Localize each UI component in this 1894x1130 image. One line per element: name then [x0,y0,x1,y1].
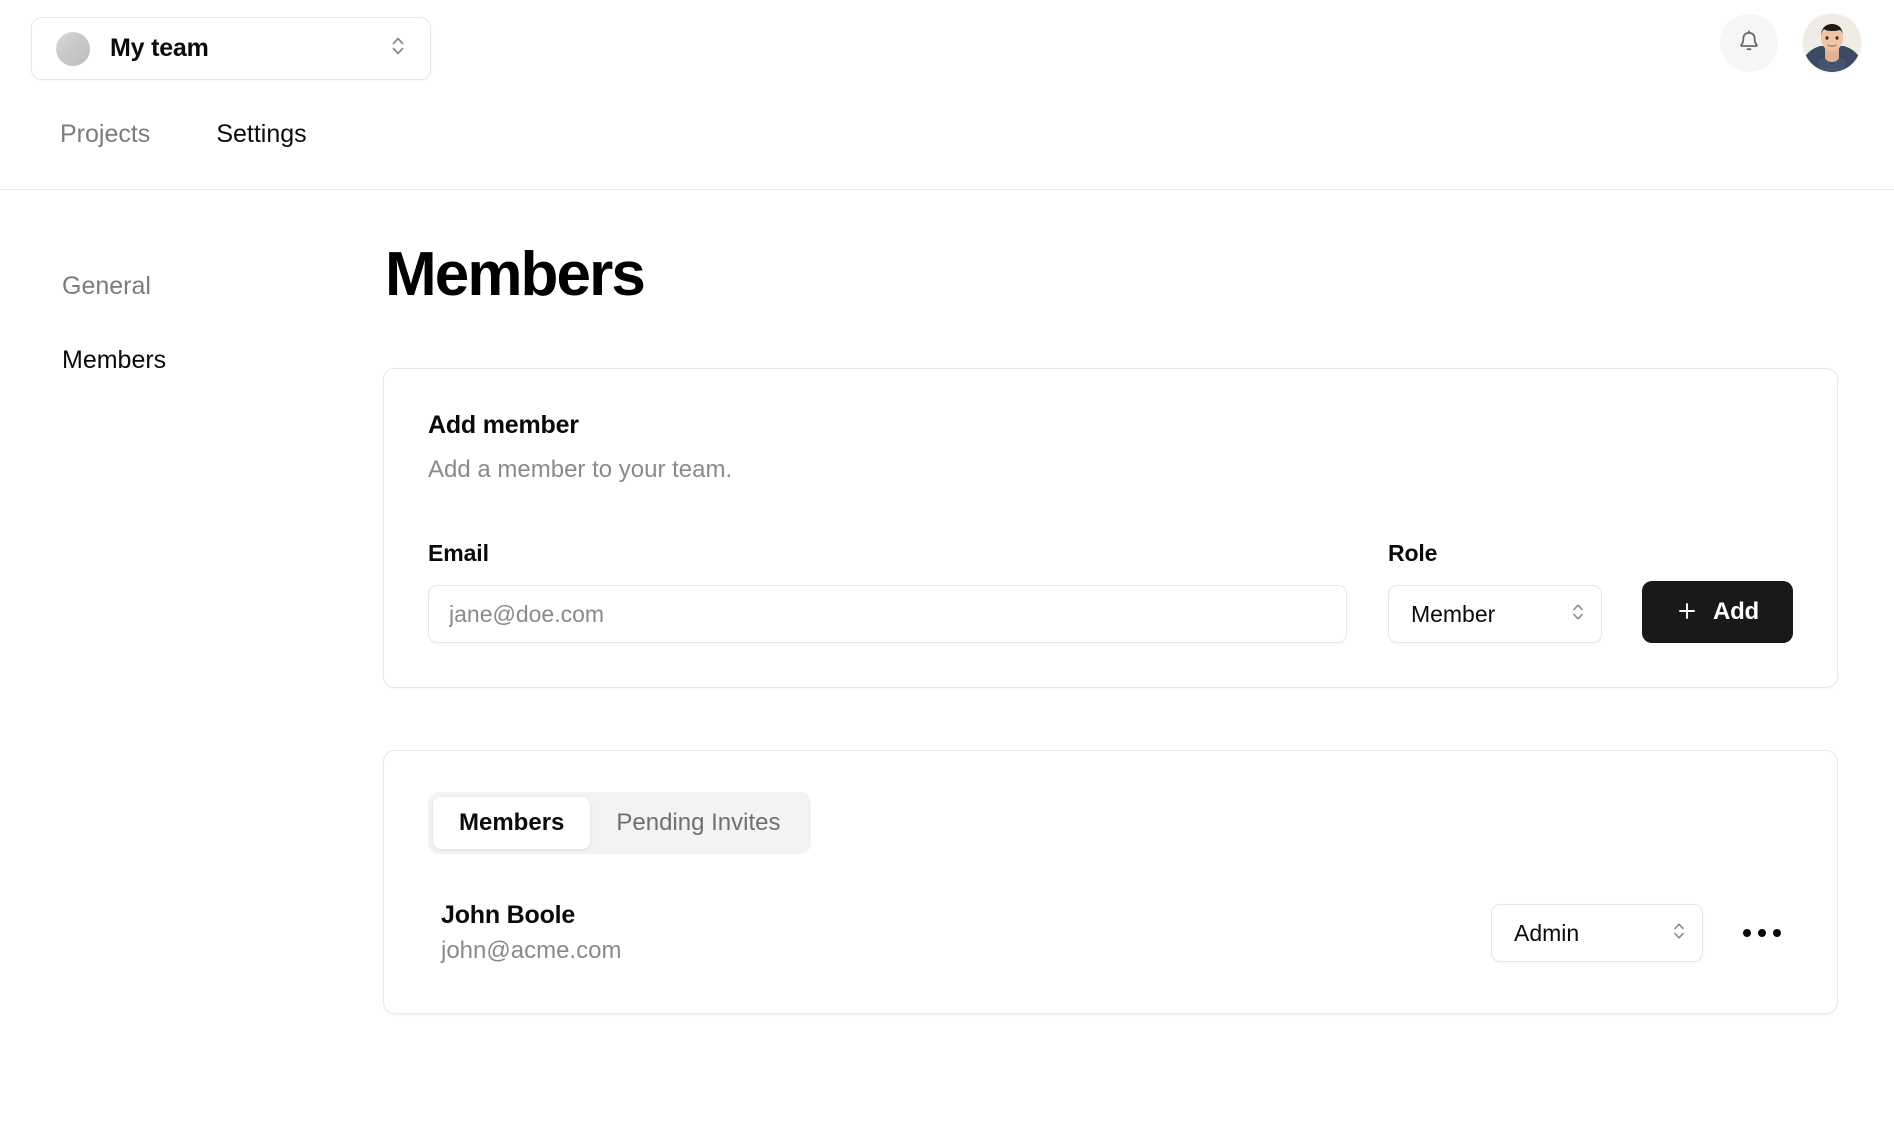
add-member-card: Add member Add a member to your team. Em… [383,368,1838,688]
member-identity: John Boole john@acme.com [428,901,1491,965]
main-content: Members Add member Add a member to your … [383,244,1894,1014]
add-member-subtitle: Add a member to your team. [428,456,733,483]
chevron-up-down-icon [1670,919,1688,948]
page-title: Members [385,240,646,309]
plus-icon [1676,600,1698,625]
user-avatar[interactable] [1803,14,1861,72]
ellipsis-horizontal-icon [1743,929,1751,937]
primary-nav: Projects Settings [60,120,307,149]
members-tabs: Members Pending Invites [428,792,812,854]
member-email: john@acme.com [441,937,622,964]
member-role-value: Admin [1514,919,1580,946]
role-select-value: Member [1410,600,1496,627]
email-label: Email [428,540,489,566]
ellipsis-dot [1773,929,1781,937]
add-member-button[interactable]: Add [1641,581,1793,643]
role-label: Role [1387,540,1438,566]
sidebar-item-general[interactable]: General [62,272,383,301]
team-avatar-circle-icon [56,31,90,66]
page-body: General Members Members Add member Add a… [0,190,1894,1014]
member-role-select[interactable]: Admin [1491,904,1703,962]
nav-item-projects[interactable]: Projects [60,120,150,149]
member-name: John Boole [441,901,576,929]
settings-sidebar: General Members [0,244,383,1014]
top-bar: My team Projects Settings [0,0,1894,190]
chevron-up-down-icon [1569,600,1587,629]
add-member-title: Add member [428,411,579,439]
members-list-card: Members Pending Invites John Boole john@… [383,750,1838,1014]
role-field-group: Role Member [1387,540,1602,643]
nav-item-settings[interactable]: Settings [216,120,306,149]
table-row: John Boole john@acme.com Admin [428,901,1793,965]
tab-members[interactable]: Members [433,797,591,849]
tab-pending-invites[interactable]: Pending Invites [590,797,806,849]
sidebar-item-members[interactable]: Members [62,346,383,375]
bell-icon [1736,29,1762,58]
add-member-button-label: Add [1712,598,1759,625]
team-switcher[interactable]: My team [31,17,431,80]
member-more-options-button[interactable] [1731,907,1793,959]
chevron-up-down-icon [388,33,408,64]
email-field-group: Email [428,540,1347,643]
notifications-button[interactable] [1720,14,1778,72]
ellipsis-dot [1758,929,1766,937]
role-select[interactable]: Member [1387,585,1602,643]
add-member-form: Email Role Member [428,540,1793,643]
top-bar-actions [1720,14,1861,72]
email-input[interactable] [428,585,1347,643]
team-name-label: My team [110,34,209,62]
